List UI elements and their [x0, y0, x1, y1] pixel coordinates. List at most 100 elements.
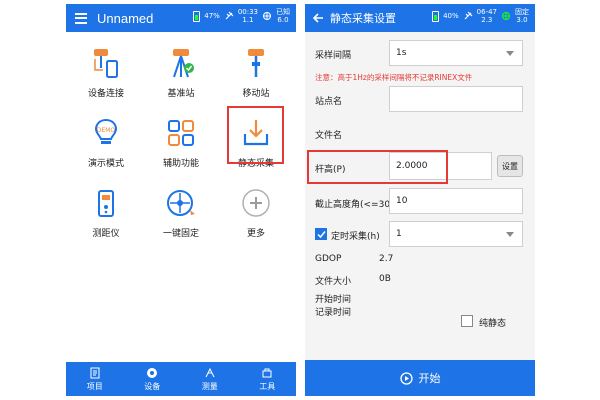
cutoff-angle-input[interactable]: 10 — [389, 188, 523, 214]
menu-icon[interactable] — [75, 12, 87, 24]
fix-status-icon — [263, 12, 271, 20]
settings-button[interactable]: 设置 — [497, 155, 523, 177]
start-button[interactable]: 开始 — [305, 360, 535, 396]
tab-device[interactable]: 设备 — [124, 362, 182, 396]
gdop-value: 2.7 — [379, 254, 394, 264]
base-station-button[interactable]: 基准站 — [143, 40, 219, 110]
rinex-warning: 注意：高于1Hz的采样间隔将不记录RINEX文件 — [315, 73, 473, 82]
auxiliary-button[interactable]: 辅助功能 — [143, 110, 219, 180]
highlight-box — [307, 150, 448, 184]
start-time-label: 开始时间 — [315, 295, 352, 305]
status-area: 47% 00:33 1.1 已知 6.0 — [193, 8, 290, 24]
app-bar: 静态采集设置 40% 06-47 2.3 固定 3.0 — [305, 4, 535, 32]
grid-label: 设备连接 — [87, 89, 124, 99]
fix-value-text: 3.0 — [516, 16, 528, 24]
one-key-fix-button[interactable]: 一键固定 — [143, 180, 219, 250]
grid-label: 演示模式 — [87, 159, 124, 169]
rover-icon — [248, 49, 264, 77]
back-arrow-icon[interactable] — [312, 12, 324, 24]
check-icon — [316, 230, 326, 238]
auxiliary-grid-icon — [168, 120, 194, 146]
grid-label: 移动站 — [242, 89, 270, 99]
tab-label: 工具 — [259, 381, 276, 391]
site-name-input[interactable] — [389, 86, 523, 112]
battery-text: 40% — [443, 12, 459, 20]
app-bar: Unnamed 47% 00:33 1.1 已知 6.0 — [66, 4, 296, 32]
static-settings-screen: 静态采集设置 40% 06-47 2.3 固定 3.0 采样间隔 1s 注意：高于1… — [305, 4, 535, 396]
fix-stack: 已知 6.0 — [276, 8, 290, 24]
pure-static-label: 纯静态 — [479, 319, 507, 329]
play-circle-icon — [399, 371, 413, 385]
device-connect-button[interactable]: 设备连接 — [68, 40, 144, 110]
cutoff-angle-value: 10 — [396, 196, 408, 206]
record-time-label: 记录时间 — [315, 308, 352, 318]
timed-collect-select[interactable]: 1 — [389, 221, 523, 247]
survey-icon — [205, 367, 215, 377]
page-title: 静态采集设置 — [330, 13, 396, 25]
file-name-label: 文件名 — [315, 131, 343, 141]
tab-label: 测量 — [201, 381, 218, 391]
fix-stack: 固定 3.0 — [515, 8, 529, 24]
grid-label: 更多 — [246, 229, 265, 239]
battery-text: 47% — [204, 12, 220, 20]
bottom-nav: 项目 设备 测量 工具 — [66, 362, 296, 396]
chevron-down-icon — [506, 51, 514, 56]
tab-label: 项目 — [86, 381, 103, 391]
grid-label: 基准站 — [167, 89, 195, 99]
tab-project[interactable]: 项目 — [66, 362, 124, 396]
site-name-label: 站点名 — [315, 97, 343, 107]
device-icon — [147, 367, 158, 378]
timed-collect-value: 1 — [396, 229, 402, 239]
fix-value-text: 6.0 — [277, 16, 289, 24]
sample-interval-label: 采样间隔 — [315, 51, 352, 61]
project-title: Unnamed — [97, 10, 154, 26]
timed-collect-label: 定时采集(h) — [331, 232, 380, 242]
tab-survey[interactable]: 测量 — [181, 362, 239, 396]
time-text: 06-47 — [476, 8, 497, 16]
file-size-value: 0B — [379, 274, 391, 284]
demo-mode-button[interactable]: DEMO 演示模式 — [68, 110, 144, 180]
sat-count-text: 2.3 — [481, 16, 493, 24]
satellite-icon — [464, 11, 473, 20]
rover-button[interactable]: 移动站 — [218, 40, 294, 110]
tab-label: 设备 — [144, 381, 161, 391]
start-button-label: 开始 — [418, 372, 441, 385]
highlight-box — [227, 106, 284, 164]
sample-interval-value: 1s — [396, 48, 407, 58]
pure-static-checkbox[interactable] — [461, 315, 473, 327]
status-area: 40% 06-47 2.3 固定 3.0 — [432, 8, 529, 24]
cutoff-angle-label: 截止高度角(<=30°) — [315, 200, 399, 210]
settings-form: 采样间隔 1s 注意：高于1Hz的采样间隔将不记录RINEX文件 站点名 文件名… — [305, 32, 535, 360]
time-text: 00:33 — [237, 8, 258, 16]
battery-icon — [193, 10, 201, 22]
device-connect-icon — [94, 49, 118, 78]
time-stack: 00:33 1.1 — [238, 8, 258, 24]
more-plus-icon — [242, 189, 270, 217]
grid-label: 测距仪 — [92, 229, 120, 239]
battery-icon — [432, 10, 440, 22]
fix-text: 固定 — [515, 8, 529, 16]
timed-collect-checkbox[interactable] — [315, 228, 327, 240]
tab-tools[interactable]: 工具 — [239, 362, 297, 396]
demo-bulb-icon: DEMO — [94, 118, 118, 144]
grid-label: 辅助功能 — [162, 159, 199, 169]
fix-status-icon — [502, 12, 510, 20]
chevron-down-icon — [506, 232, 514, 237]
base-station-icon — [173, 49, 194, 78]
main-screen: Unnamed 47% 00:33 1.1 已知 6.0 设备连接 基准站 移动… — [66, 4, 296, 396]
rangefinder-icon — [98, 190, 114, 217]
time-stack: 06-47 2.3 — [477, 8, 497, 24]
project-icon — [90, 367, 100, 378]
svg-text:DEMO: DEMO — [97, 127, 116, 134]
file-size-label: 文件大小 — [315, 277, 352, 287]
sat-count-text: 1.1 — [242, 16, 254, 24]
satellite-icon — [225, 11, 234, 20]
sample-interval-select[interactable]: 1s — [389, 40, 523, 66]
grid-label: 一键固定 — [162, 229, 199, 239]
tools-icon — [262, 368, 272, 377]
rangefinder-button[interactable]: 测距仪 — [68, 180, 144, 250]
gdop-label: GDOP — [315, 254, 342, 264]
fix-text: 已知 — [276, 8, 290, 16]
one-key-fix-icon — [167, 190, 195, 216]
more-button[interactable]: 更多 — [218, 180, 294, 250]
